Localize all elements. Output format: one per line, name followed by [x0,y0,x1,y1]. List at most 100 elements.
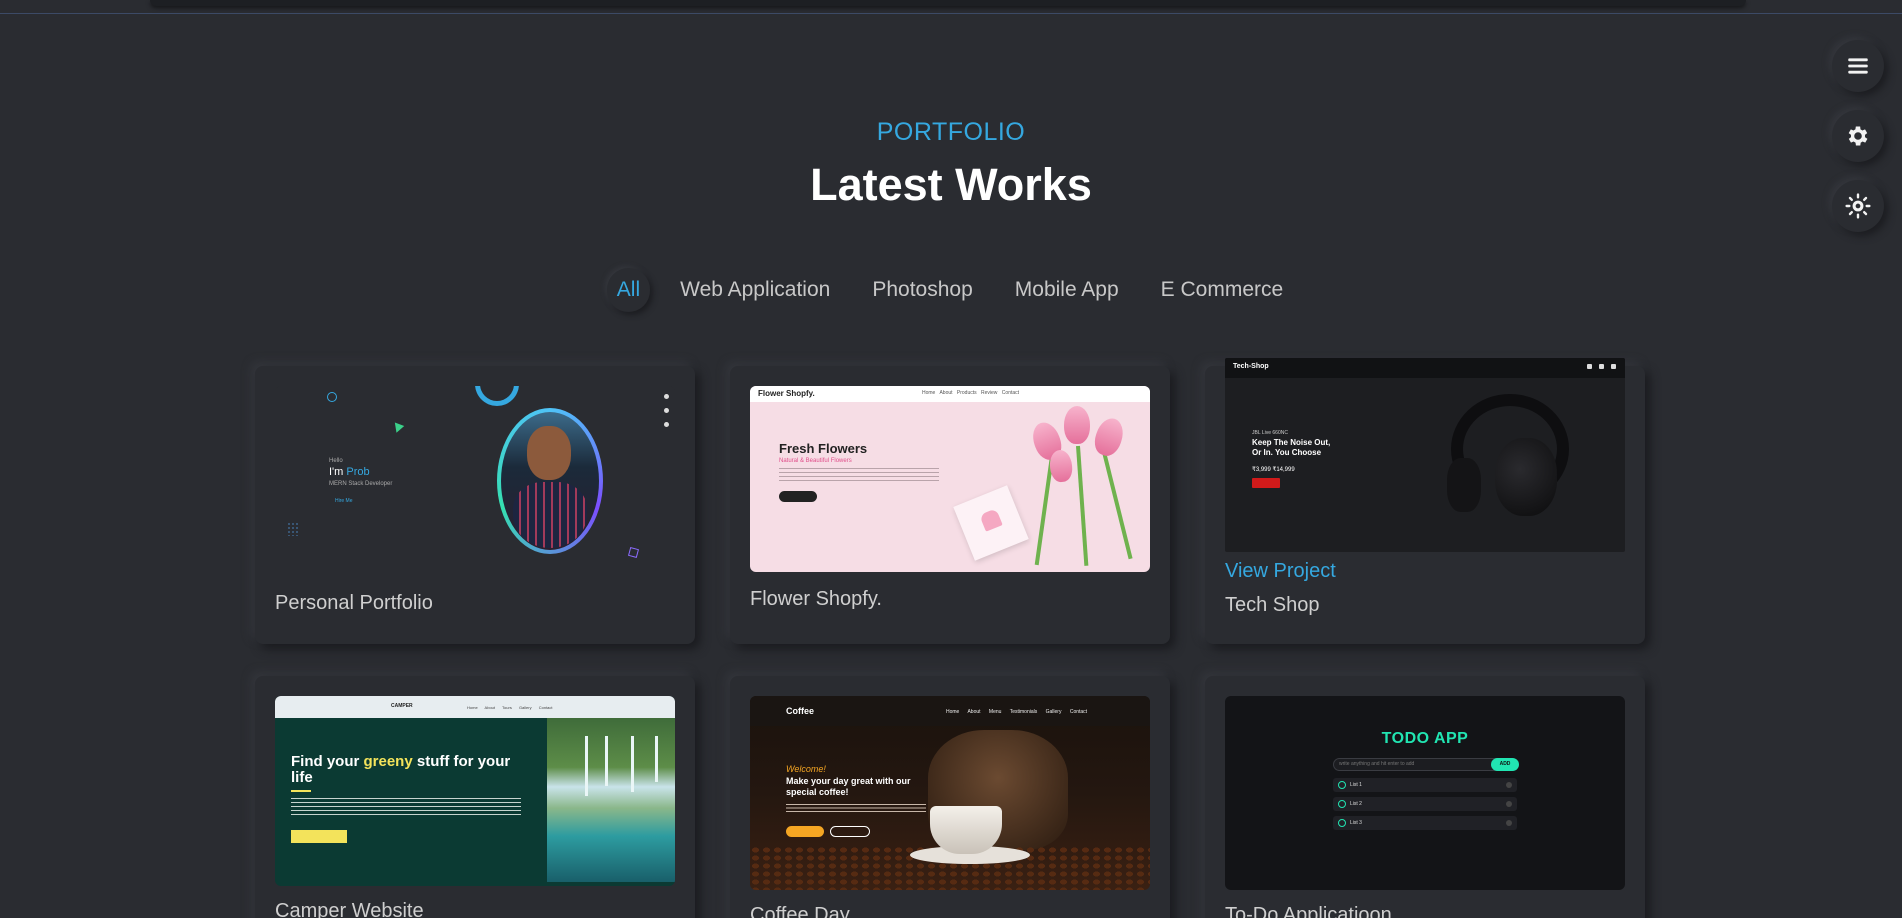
project-card-tech-shop[interactable]: Tech-Shop JBL Live 660NC Keep The Noise … [1205,358,1645,644]
headphone-cup [1447,458,1481,512]
coffee-cup [930,806,1002,854]
project-card-flower-shopfy[interactable]: Flower Shopfy. Home About Products Revie… [730,366,1170,644]
todo-checkbox [1338,819,1346,827]
delete-icon [1506,801,1512,807]
thumb-add-button: ADD [1491,758,1519,771]
thumb-brand: CAMPER [391,703,413,709]
decor-triangle [391,422,405,435]
thumb-role: MERN Stack Developer [329,481,393,487]
thumb-input-placeholder: write anything and hit enter to add [1339,761,1415,767]
filter-mobile-app[interactable]: Mobile App [1003,268,1131,312]
project-card-personal-portfolio[interactable]: Hello I'm Prob MERN Stack Developer Hire… [255,366,695,644]
thumb-button [1252,478,1280,488]
project-thumbnail[interactable]: Hello I'm Prob MERN Stack Developer Hire… [275,386,675,572]
todo-item: List 3 [1333,816,1517,830]
tulip-flower [1090,414,1128,460]
thumb-heading-highlight: greeny [363,753,413,770]
thumb-nav-links: Home About Tours Gallery Contact [467,705,553,710]
project-title: To-Do Applicatioon [1225,904,1392,918]
thumb-paragraph [291,798,521,818]
project-title: Tech Shop [1225,594,1320,616]
thumb-welcome: Welcome! [786,764,826,774]
decor-circle [327,392,337,402]
cart-icon [1599,364,1604,369]
thumb-brand: Tech-Shop [1233,363,1269,370]
thumb-heading: Keep The Noise Out, Or In. You Choose [1252,438,1330,458]
filter-web-application[interactable]: Web Application [668,268,842,312]
thumb-heading: Find your greeny stuff for your life [291,754,521,786]
headphone-cup [1495,438,1557,516]
thumb-heading-line: Make your day great with our [786,776,911,786]
waterfall-stream [585,736,588,796]
user-icon [1611,364,1616,369]
todo-text: List 3 [1350,820,1362,826]
tulip-stem [1102,451,1133,560]
todo-checkbox [1338,800,1346,808]
page-dot [664,408,669,413]
avatar-shirt [513,482,587,548]
decor-dots [287,522,299,536]
thumb-heading: Fresh Flowers [779,441,868,456]
thumb-heading-line: Keep The Noise Out, [1252,438,1331,447]
waterfall-stream [655,736,658,782]
project-card-todo-app[interactable]: TODO APP write anything and hit enter to… [1205,676,1645,918]
project-card-camper[interactable]: CAMPER Home About Tours Gallery Contact … [255,676,695,918]
todo-text: List 1 [1350,782,1362,788]
thumb-brand: Flower Shopfy. [758,389,815,398]
todo-item: List 1 [1333,778,1517,792]
tulip-stem [1076,445,1089,566]
thumb-tag: JBL Live 660NC [1252,430,1288,436]
filter-e-commerce[interactable]: E Commerce [1149,268,1296,312]
waterfall-stream [631,736,634,792]
project-thumbnail[interactable]: CAMPER Home About Tours Gallery Contact … [275,696,675,886]
section-eyebrow: PORTFOLIO [876,118,1026,146]
page-dot [664,422,669,427]
navbar-bottom [150,0,1746,6]
thumb-navbar [1225,358,1625,378]
search-icon [1587,364,1592,369]
filter-photoshop[interactable]: Photoshop [860,268,984,312]
project-thumbnail[interactable]: TODO APP write anything and hit enter to… [1225,696,1625,890]
thumb-greeting: Hello [329,458,343,464]
top-navbar-edge [0,0,1902,14]
tulip-flower [1048,448,1074,484]
todo-checkbox [1338,781,1346,789]
delete-icon [1506,782,1512,788]
thumb-subheading: Natural & Beautiful Flowers [779,458,852,464]
project-card-coffee-day[interactable]: Coffee Home About Menu Testimonials Gall… [730,676,1170,918]
decor-arc [475,386,519,406]
todo-item: List 2 [1333,797,1517,811]
menu-icon [1848,58,1868,74]
section-title: Latest Works [810,159,1092,210]
thumb-intro: I'm [329,466,347,478]
thumb-heading: Make your day great with our special coff… [786,776,911,798]
thumb-heading: TODO APP [1381,730,1469,747]
delete-icon [1506,820,1512,826]
thumb-nav-links: Home About Products Review Contact [922,390,1020,396]
thumb-brand: Coffee [786,706,815,716]
thumb-heading-pre: Find your [291,753,364,770]
project-thumbnail[interactable]: Flower Shopfy. Home About Products Revie… [750,386,1150,572]
page-dot [664,394,669,399]
menu-button[interactable] [1832,40,1884,92]
filter-tabs: All Web Application Photoshop Mobile App… [0,268,1902,312]
project-title: Coffee Day [750,904,850,918]
thumb-heading-line: Or In. You Choose [1252,448,1322,457]
thumb-heading: I'm Prob [329,466,370,478]
thumb-price: ₹3,999 ₹14,999 [1252,467,1295,473]
section-header: PORTFOLIO Latest Works [0,118,1902,211]
thumb-cta: Hire Me [335,498,353,504]
waterfall-stream [605,736,608,786]
view-project-link[interactable]: View Project [1225,560,1336,583]
tulip-flower [1064,406,1090,444]
avatar-face [527,426,571,480]
project-title: Personal Portfolio [275,592,433,614]
thumb-contact-button [830,826,870,837]
thumb-name: Prob [346,466,370,478]
todo-text: List 2 [1350,801,1362,807]
project-title: Camper Website [275,900,424,918]
project-thumbnail[interactable]: Tech-Shop JBL Live 660NC Keep The Noise … [1225,358,1625,552]
filter-all[interactable]: All [607,268,650,312]
thumb-paragraph [786,804,926,812]
project-thumbnail[interactable]: Coffee Home About Menu Testimonials Gall… [750,696,1150,890]
